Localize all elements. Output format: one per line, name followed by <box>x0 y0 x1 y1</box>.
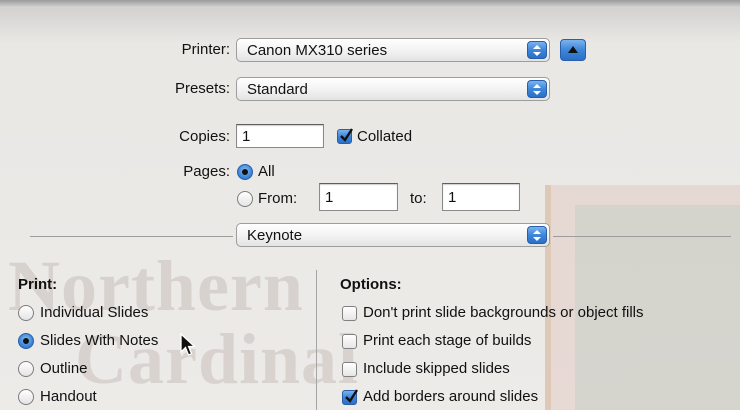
collated-checkbox[interactable] <box>337 128 353 144</box>
separator <box>30 236 233 237</box>
shadow <box>0 8 740 42</box>
pages-all-label: All <box>258 163 275 180</box>
print-dialog: Northern Cardinal Printer: Canon MX310 s… <box>0 0 740 410</box>
pages-to-value: 1 <box>448 189 457 206</box>
section-divider <box>316 270 317 410</box>
print-heading: Print: <box>18 276 58 293</box>
add-borders-checkbox[interactable] <box>342 389 358 405</box>
copies-value: 1 <box>242 128 251 145</box>
chevron-up-down-icon <box>527 226 547 244</box>
pages-from-label: From: <box>258 190 298 207</box>
presets-select[interactable]: Standard <box>236 77 550 101</box>
pages-from-radio[interactable] <box>237 191 253 207</box>
presets-label: Presets: <box>174 80 230 97</box>
option-label: Add borders around slides <box>363 388 539 405</box>
pages-label: Pages: <box>183 163 230 180</box>
print-option-label: Outline <box>40 360 88 377</box>
separator <box>553 236 731 237</box>
pages-to-label: to: <box>410 190 427 207</box>
checkmark-icon <box>345 389 358 403</box>
chevron-up-down-icon <box>527 80 547 98</box>
copies-label: Copies: <box>179 128 230 145</box>
option-label: Include skipped slides <box>363 360 510 377</box>
print-option-label: Handout <box>40 388 97 405</box>
checkmark-icon <box>340 128 353 142</box>
print-handout-radio[interactable] <box>18 389 34 405</box>
pages-all-radio[interactable] <box>237 164 253 180</box>
print-slides-with-notes-radio[interactable] <box>18 333 34 349</box>
print-build-stages-checkbox[interactable] <box>342 334 357 349</box>
collapse-details-button[interactable] <box>560 39 586 61</box>
pages-to-field[interactable]: 1 <box>442 183 520 211</box>
print-outline-radio[interactable] <box>18 361 34 377</box>
no-backgrounds-checkbox[interactable] <box>342 306 357 321</box>
option-label: Print each stage of builds <box>363 332 532 349</box>
print-individual-slides-radio[interactable] <box>18 305 34 321</box>
print-option-label: Individual Slides <box>40 304 149 321</box>
panel-select[interactable]: Keynote <box>236 223 550 247</box>
copies-field[interactable]: 1 <box>236 124 324 148</box>
window-edge <box>0 0 740 8</box>
printer-select[interactable]: Canon MX310 series <box>236 38 550 62</box>
options-heading: Options: <box>340 276 402 293</box>
pages-from-value: 1 <box>325 189 334 206</box>
printer-value: Canon MX310 series <box>247 42 388 59</box>
option-label: Don't print slide backgrounds or object … <box>363 304 644 321</box>
triangle-up-icon <box>568 46 578 53</box>
include-skipped-slides-checkbox[interactable] <box>342 362 357 377</box>
collated-label: Collated <box>357 128 413 145</box>
presets-value: Standard <box>247 81 308 98</box>
printer-label: Printer: <box>181 41 230 58</box>
print-option-label: Slides With Notes <box>40 332 159 349</box>
panel-value: Keynote <box>247 227 303 244</box>
mouse-pointer-icon <box>180 333 196 356</box>
chevron-up-down-icon <box>527 41 547 59</box>
pages-from-field[interactable]: 1 <box>319 183 398 211</box>
